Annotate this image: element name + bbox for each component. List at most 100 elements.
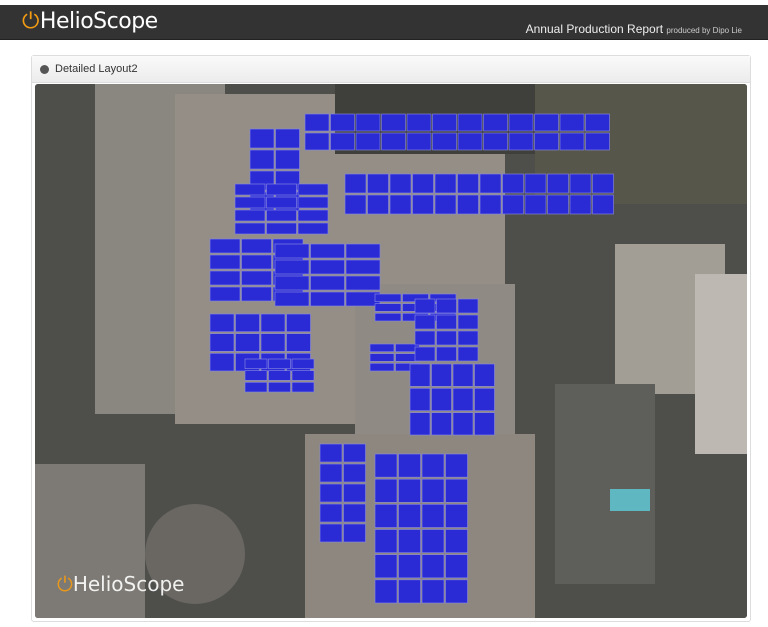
solar-panel-row <box>374 313 402 322</box>
solar-panel-row <box>431 412 452 436</box>
solar-panel-row <box>398 478 421 503</box>
solar-panel-row <box>398 529 421 553</box>
solar-panel-row <box>343 483 366 503</box>
solar-panel-row <box>452 363 474 387</box>
solar-panel-row <box>244 370 268 381</box>
solar-panel-row <box>209 353 235 372</box>
solar-panel-row <box>457 314 479 330</box>
solar-panel-row <box>235 313 260 332</box>
solar-panel-row <box>297 196 329 209</box>
panel-heading: Detailed Layout2 <box>32 56 750 83</box>
globe-icon <box>40 64 49 74</box>
solar-panel-row <box>374 293 402 302</box>
solar-panel-row <box>241 254 272 270</box>
solar-panel-row <box>304 132 330 151</box>
solar-panel-row <box>266 183 297 196</box>
solar-panel-row <box>474 388 495 411</box>
solar-panel-row <box>310 291 345 307</box>
solar-panel-row <box>445 504 468 528</box>
solar-panel-row <box>343 443 366 463</box>
solar-panel-row <box>406 132 432 151</box>
logo-text: HelioScope <box>39 9 158 34</box>
solar-panel-row <box>268 358 291 369</box>
solar-panel-row <box>421 504 445 528</box>
solar-panel-row <box>445 579 468 604</box>
solar-panel-row <box>585 132 610 151</box>
solar-panel-row <box>436 314 457 330</box>
solar-panel-row <box>274 291 310 307</box>
solar-panel-row <box>398 579 421 604</box>
solar-panel-row <box>479 194 502 215</box>
solar-panel-row <box>367 173 389 194</box>
helioscope-watermark: ⏻HelioScope <box>57 572 184 596</box>
solar-panel-row <box>569 173 592 194</box>
solar-panel-row <box>209 333 235 352</box>
solar-panel-row <box>374 504 398 528</box>
solar-panel-row <box>330 132 355 151</box>
solar-panel-row <box>355 113 381 132</box>
solar-panel-row <box>534 113 559 132</box>
solar-panel-row <box>374 579 398 604</box>
solar-panel-row <box>244 382 268 393</box>
satellite-layout-map[interactable]: ⏻HelioScope <box>35 84 747 618</box>
solar-panel-row <box>431 363 452 387</box>
solar-panel-row <box>319 523 343 543</box>
solar-panel-row <box>457 113 483 132</box>
solar-panel-row <box>432 132 457 151</box>
solar-panel-row <box>452 412 474 436</box>
solar-panel-row <box>241 286 272 302</box>
solar-panel-row <box>436 346 457 362</box>
solar-panel-row <box>235 333 260 352</box>
solar-panel-row <box>592 194 614 215</box>
solar-panel-row <box>275 149 300 170</box>
solar-panel-row <box>457 173 479 194</box>
solar-panel-row <box>421 478 445 503</box>
solar-panel-row <box>457 346 479 362</box>
solar-panel-row <box>412 173 434 194</box>
solar-panel-row <box>304 113 330 132</box>
solar-panel-row <box>502 173 524 194</box>
solar-panel-row <box>398 453 421 478</box>
panel-title: Detailed Layout2 <box>55 63 138 75</box>
solar-panel-row <box>398 504 421 528</box>
watermark-text: HelioScope <box>72 572 185 596</box>
solar-panel-row <box>319 443 343 463</box>
solar-panel-row <box>414 298 436 314</box>
solar-panel-row <box>483 113 508 132</box>
solar-panel-row <box>431 388 452 411</box>
solar-panel-row <box>274 259 310 275</box>
solar-panel-row <box>369 343 395 352</box>
top-bar: ⏻HelioScope Annual Production Report pro… <box>0 5 768 40</box>
solar-panel-row <box>310 259 345 275</box>
solar-panel-row <box>381 113 406 132</box>
solar-panel-row <box>209 238 241 254</box>
solar-panel-row <box>260 313 286 332</box>
solar-panel-row <box>234 183 266 196</box>
report-title: Annual Production Report produced by Dip… <box>526 22 742 36</box>
solar-panel-row <box>508 113 534 132</box>
solar-panel-row <box>297 222 329 235</box>
solar-panel-row <box>209 286 241 302</box>
solar-panel-row <box>374 554 398 579</box>
solar-panel-row <box>585 113 610 132</box>
solar-panel-row <box>409 363 431 387</box>
solar-panel-row <box>445 529 468 553</box>
solar-panel-row <box>209 270 241 286</box>
map-svg <box>35 84 747 618</box>
solar-panel-row <box>241 238 272 254</box>
solar-panel-row <box>330 113 355 132</box>
layout-panel: Detailed Layout2 ⏻HelioScope <box>31 55 751 622</box>
solar-panel-row <box>319 483 343 503</box>
helioscope-logo[interactable]: ⏻HelioScope <box>22 9 158 34</box>
solar-panel-row <box>249 149 275 170</box>
solar-panel-row <box>266 222 297 235</box>
solar-panel-row <box>508 132 534 151</box>
solar-panel-row <box>409 412 431 436</box>
solar-panel-row <box>260 333 286 352</box>
solar-panel-row <box>249 128 275 149</box>
solar-panel-row <box>241 270 272 286</box>
solar-panel-row <box>268 370 291 381</box>
solar-panel-row <box>369 363 395 372</box>
solar-panel-row <box>389 194 412 215</box>
solar-panel-row <box>374 529 398 553</box>
